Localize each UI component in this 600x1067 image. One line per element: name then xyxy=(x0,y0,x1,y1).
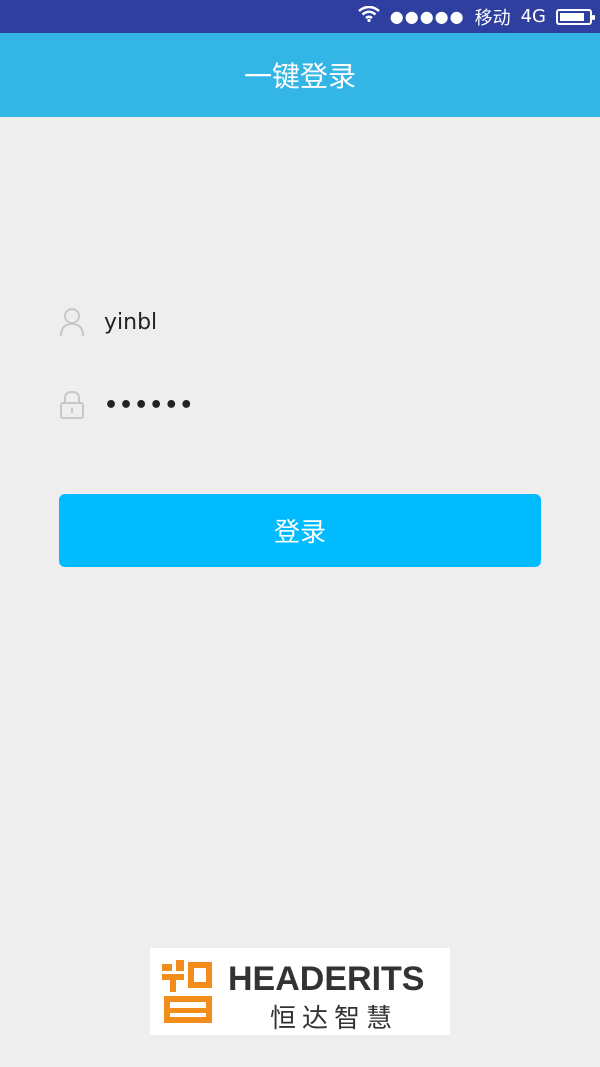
user-icon xyxy=(58,306,86,338)
username-input[interactable] xyxy=(104,309,524,335)
company-logo: HEADERITS 恒达智慧 xyxy=(150,948,450,1035)
username-field[interactable] xyxy=(58,297,542,347)
page-title: 一键登录 xyxy=(243,60,356,93)
login-button[interactable]: 登录 xyxy=(59,494,541,567)
network-type: 4G xyxy=(520,6,546,27)
logo-wordmark-cn: 恒达智慧 xyxy=(270,1004,399,1034)
header-bar: 一键登录 xyxy=(0,33,600,117)
login-button-label: 登录 xyxy=(273,518,326,548)
logo-wordmark-en: HEADERITS xyxy=(228,960,425,998)
password-field[interactable]: •••••• xyxy=(58,380,542,430)
status-bar: ●●●●● 移动 4G xyxy=(0,0,600,33)
battery-icon xyxy=(556,8,595,25)
password-input[interactable]: •••••• xyxy=(104,393,524,418)
wifi-icon xyxy=(358,5,380,27)
lock-icon xyxy=(58,389,86,421)
signal-strength: ●●●●● xyxy=(389,6,465,26)
zhi-logo-mark xyxy=(162,960,212,1023)
battery-level xyxy=(560,12,584,21)
carrier-label: 移动 xyxy=(474,7,511,29)
status-bar-right: ●●●●● 移动 4G xyxy=(358,0,595,33)
